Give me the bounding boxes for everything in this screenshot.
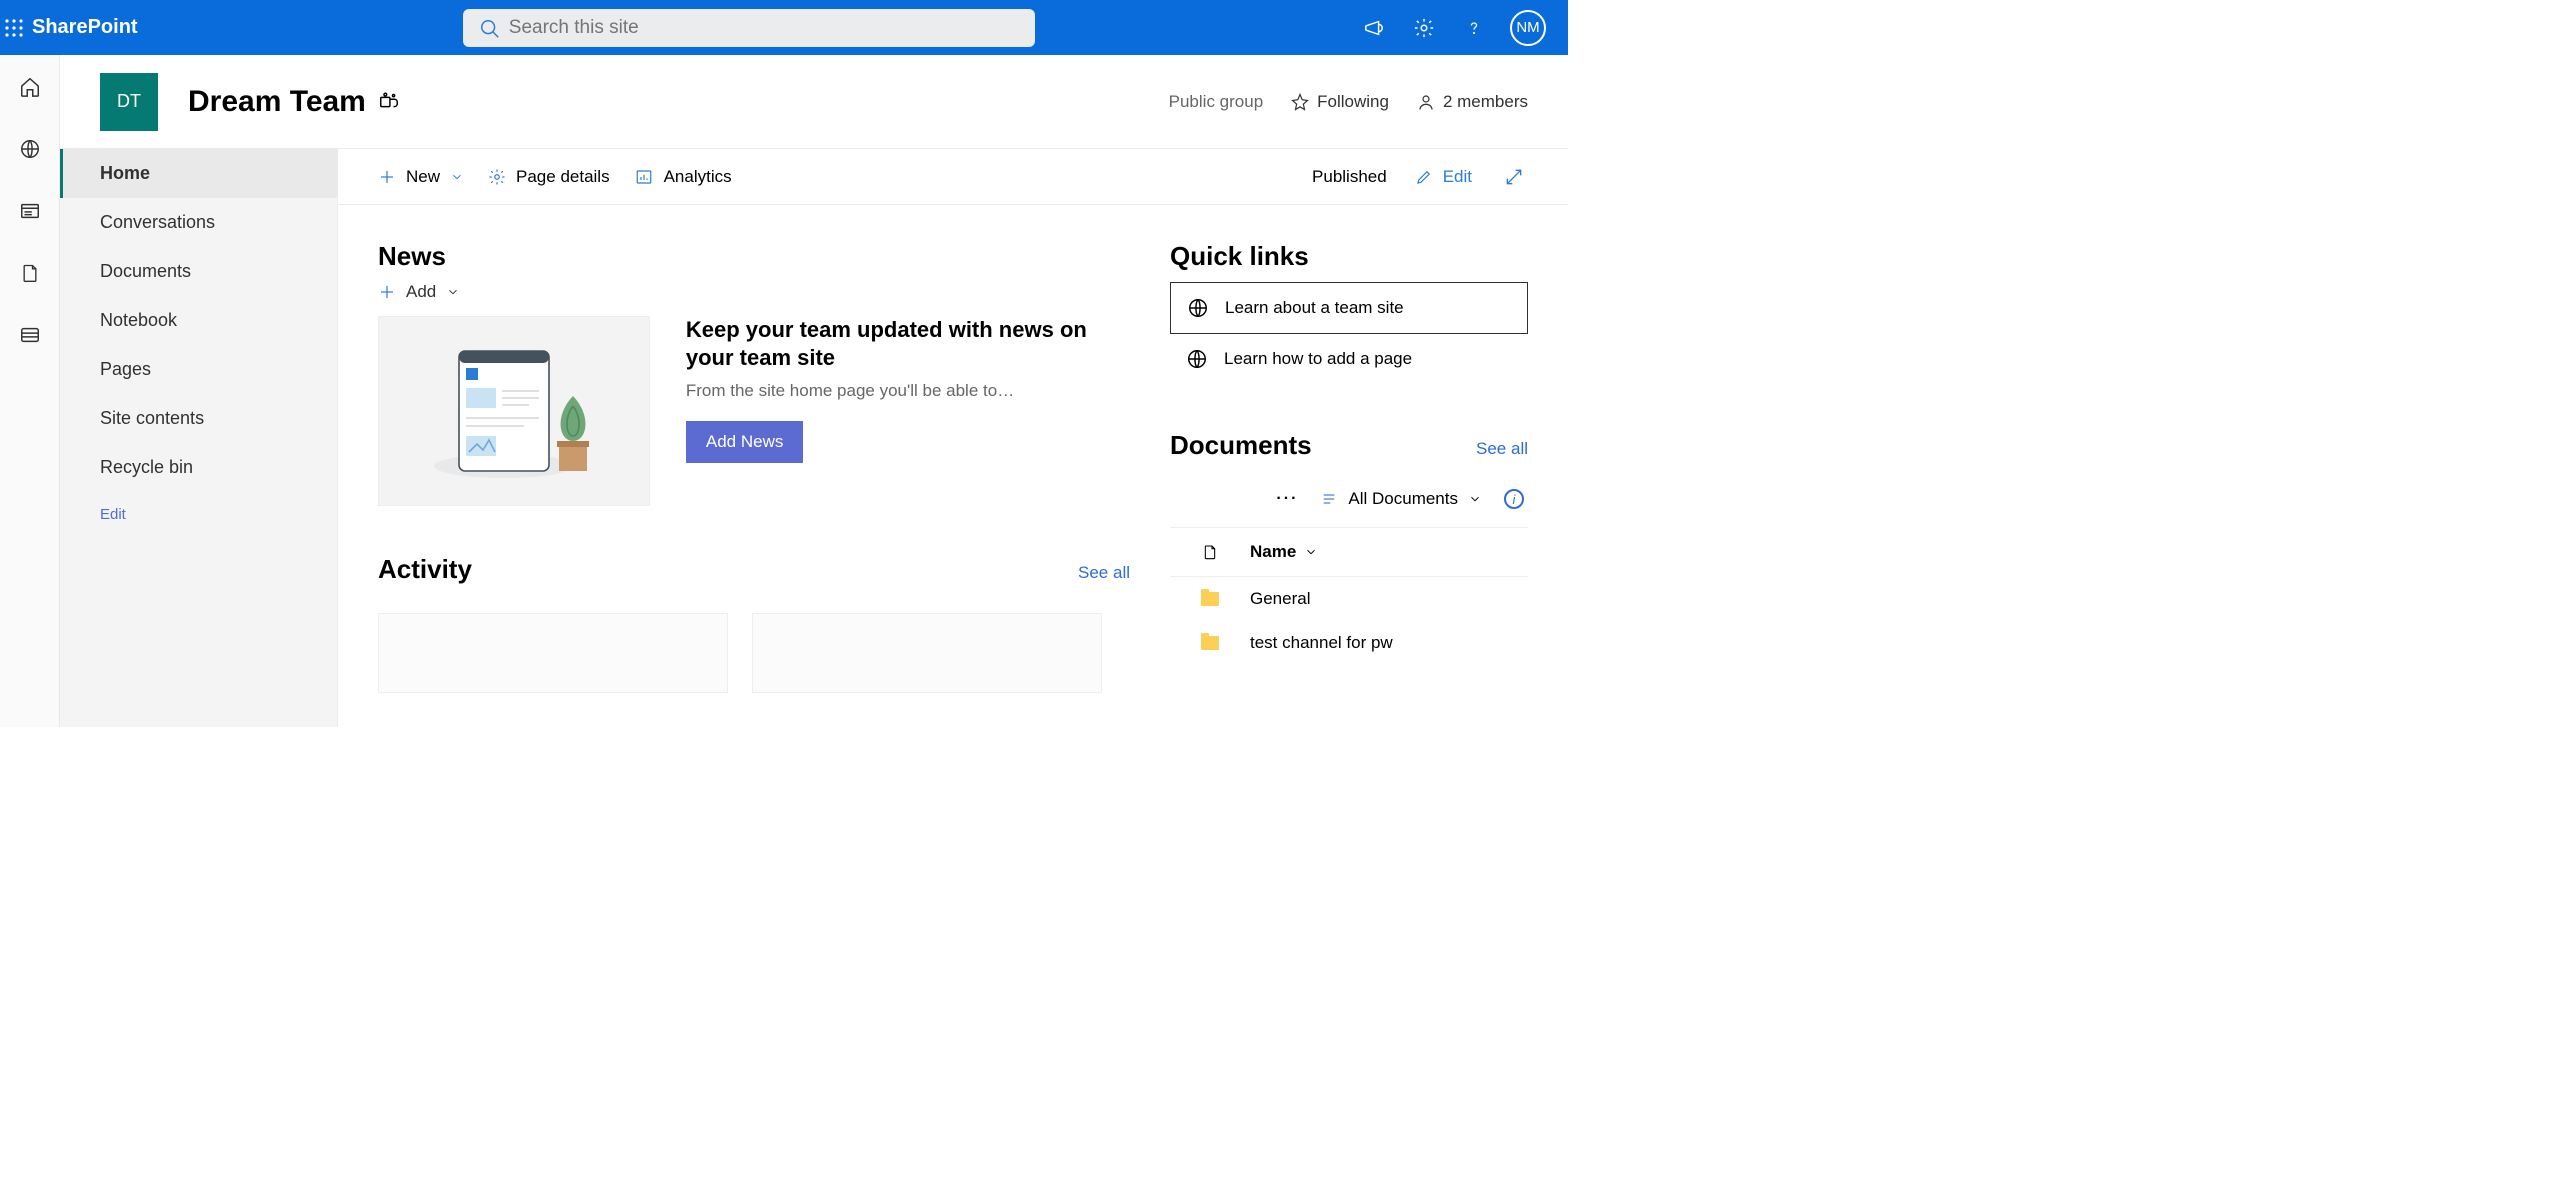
privacy-label: Public group — [1169, 92, 1264, 112]
plus-icon — [378, 283, 396, 301]
nav-recycle-bin[interactable]: Recycle bin — [60, 443, 337, 492]
nav-conversations[interactable]: Conversations — [60, 198, 337, 247]
news-card: Keep your team updated with news on your… — [378, 316, 1130, 506]
following-button[interactable]: Following — [1291, 92, 1389, 112]
app-launcher-icon[interactable] — [0, 14, 28, 42]
analytics-button[interactable]: Analytics — [634, 167, 732, 187]
edit-button[interactable]: Edit — [1415, 167, 1472, 187]
suite-bar: SharePoint NM — [0, 0, 1568, 55]
teams-icon[interactable] — [378, 91, 400, 113]
name-column-header[interactable]: Name — [1250, 542, 1318, 562]
nav-notebook[interactable]: Notebook — [60, 296, 337, 345]
file-icon[interactable] — [16, 259, 44, 287]
documents-see-all[interactable]: See all — [1476, 439, 1528, 459]
chart-icon — [634, 168, 654, 186]
quicklink-add-page[interactable]: Learn how to add a page — [1170, 334, 1528, 384]
site-nav: Home Conversations Documents Notebook Pa… — [60, 149, 338, 727]
person-icon — [1417, 93, 1435, 111]
folder-icon — [1201, 592, 1219, 606]
activity-see-all[interactable]: See all — [1078, 563, 1130, 583]
nav-home[interactable]: Home — [60, 149, 337, 198]
documents-list: Name General test — [1170, 527, 1528, 665]
user-avatar[interactable]: NM — [1510, 10, 1546, 46]
doc-row[interactable]: test channel for pw — [1170, 621, 1528, 665]
help-icon[interactable] — [1460, 14, 1488, 42]
nav-site-contents[interactable]: Site contents — [60, 394, 337, 443]
news-icon[interactable] — [16, 197, 44, 225]
megaphone-icon[interactable] — [1360, 14, 1388, 42]
app-bar — [0, 55, 60, 727]
globe-icon — [1186, 348, 1208, 370]
site-logo[interactable]: DT — [100, 73, 158, 131]
chevron-down-icon — [1304, 545, 1318, 559]
chevron-down-icon — [446, 285, 460, 299]
activity-card[interactable] — [752, 613, 1102, 693]
search-box — [463, 9, 1035, 47]
activity-heading: Activity — [378, 554, 472, 585]
gear-icon[interactable] — [1410, 14, 1438, 42]
add-news-button[interactable]: Add News — [686, 421, 803, 463]
members-button[interactable]: 2 members — [1417, 92, 1528, 112]
site-header: DT Dream Team Public group Following 2 m… — [60, 55, 1568, 149]
news-illustration — [378, 316, 650, 506]
quicklinks-heading: Quick links — [1170, 241, 1528, 272]
quicklink-learn-team-site[interactable]: Learn about a team site — [1170, 282, 1528, 334]
documents-heading: Documents — [1170, 430, 1312, 461]
folder-icon — [1201, 636, 1219, 650]
list-view-icon — [1320, 491, 1338, 507]
new-button[interactable]: New — [378, 167, 464, 187]
home-icon[interactable] — [16, 73, 44, 101]
plus-icon — [378, 168, 396, 186]
pencil-icon — [1415, 168, 1433, 186]
view-selector[interactable]: All Documents — [1320, 489, 1482, 509]
file-icon — [1202, 542, 1218, 562]
file-type-column[interactable] — [1170, 542, 1250, 562]
published-label: Published — [1312, 167, 1387, 187]
news-subtitle: From the site home page you'll be able t… — [686, 381, 1130, 401]
site-title[interactable]: Dream Team — [188, 85, 366, 119]
doc-row[interactable]: General — [1170, 577, 1528, 621]
search-input[interactable] — [463, 9, 1035, 47]
info-icon[interactable]: i — [1504, 489, 1524, 509]
list-icon[interactable] — [16, 321, 44, 349]
globe-icon[interactable] — [16, 135, 44, 163]
chevron-down-icon — [450, 170, 464, 184]
nav-edit-link[interactable]: Edit — [60, 492, 337, 523]
activity-card[interactable] — [378, 613, 728, 693]
more-actions-icon[interactable]: ··· — [1276, 490, 1298, 508]
command-bar: New Page details Analytics Publishe — [338, 149, 1568, 205]
news-title: Keep your team updated with news on your… — [686, 316, 1130, 371]
star-icon — [1291, 93, 1309, 111]
gear-icon — [488, 168, 506, 186]
page-details-button[interactable]: Page details — [488, 167, 610, 187]
brand-label[interactable]: SharePoint — [32, 16, 138, 39]
nav-documents[interactable]: Documents — [60, 247, 337, 296]
chevron-down-icon — [1468, 492, 1482, 506]
add-news-menu[interactable]: Add — [378, 282, 1130, 302]
globe-icon — [1187, 297, 1209, 319]
expand-icon[interactable] — [1500, 163, 1528, 191]
search-icon — [479, 18, 501, 40]
news-heading: News — [378, 241, 1130, 272]
nav-pages[interactable]: Pages — [60, 345, 337, 394]
